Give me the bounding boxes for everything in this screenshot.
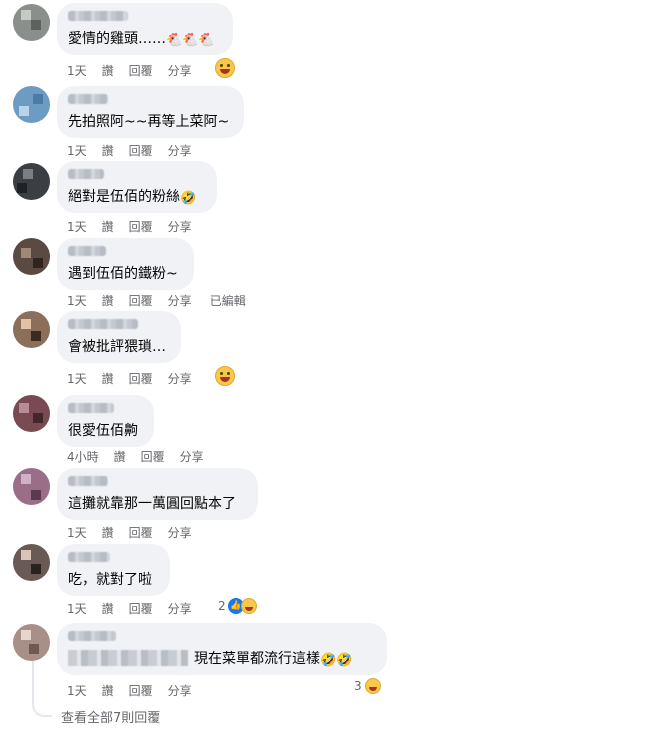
- comment-actions: 1天讚回覆 分享 已編輯: [67, 292, 261, 309]
- timestamp[interactable]: 1天: [67, 524, 87, 541]
- share-button[interactable]: 分享: [168, 292, 192, 309]
- share-button[interactable]: 分享: [168, 524, 192, 541]
- comment-text: 這攤就靠那一萬圓回點本了: [68, 496, 236, 512]
- timestamp[interactable]: 1天: [67, 682, 87, 699]
- share-button[interactable]: 分享: [168, 142, 192, 159]
- edited-label: 已編輯: [209, 294, 246, 308]
- view-all-replies-link[interactable]: 查看全部7則回覆: [61, 707, 160, 726]
- reply-thread-line: [32, 655, 52, 717]
- comment-bubble: 會被批評猥瑣…: [57, 311, 181, 363]
- avatar[interactable]: [13, 238, 50, 275]
- chicken-emoji: 🐔🐔🐔: [166, 33, 215, 48]
- comment-actions: 1天讚回覆 分享: [67, 142, 207, 159]
- reply-button[interactable]: 回覆: [129, 62, 153, 79]
- avatar[interactable]: [13, 395, 50, 432]
- reply-button[interactable]: 回覆: [129, 218, 153, 235]
- avatar[interactable]: [13, 86, 50, 123]
- author-name-blurred[interactable]: [68, 552, 110, 562]
- comment-text: 吃，就對了啦: [68, 572, 152, 588]
- comment-bubble: 很愛伍佰齁: [57, 395, 154, 447]
- share-button[interactable]: 分享: [168, 218, 192, 235]
- like-button[interactable]: 讚: [102, 218, 114, 235]
- author-name-blurred[interactable]: [68, 631, 116, 641]
- reaction-count: 2: [218, 599, 226, 613]
- reply-button[interactable]: 回覆: [141, 448, 165, 465]
- reaction-summary[interactable]: 3: [354, 678, 381, 694]
- comment-bubble: 這攤就靠那一萬圓回點本了: [57, 468, 258, 520]
- timestamp[interactable]: 1天: [67, 218, 87, 235]
- laugh-reaction-icon: [364, 678, 381, 694]
- reply-button[interactable]: 回覆: [129, 142, 153, 159]
- comment-bubble: 遇到伍佰的鐵粉~: [57, 238, 194, 290]
- laugh-reaction-icon: [240, 598, 257, 614]
- reply-button[interactable]: 回覆: [129, 370, 153, 387]
- comment-bubble: 現在菜單都流行這樣🤣🤣: [57, 623, 387, 675]
- comment-actions: 1天讚回覆 分享: [67, 524, 207, 541]
- avatar[interactable]: [13, 624, 50, 661]
- share-button[interactable]: 分享: [168, 370, 192, 387]
- avatar[interactable]: [13, 163, 50, 200]
- timestamp[interactable]: 1天: [67, 62, 87, 79]
- mention-blurred[interactable]: [68, 650, 188, 666]
- reaction-count: 3: [354, 679, 362, 693]
- comment-actions: 1天讚回覆 分享: [67, 218, 207, 235]
- comment-text: 遇到伍佰的鐵粉~: [68, 266, 178, 282]
- author-name-blurred[interactable]: [68, 11, 128, 21]
- rofl-emoji: 🤣🤣: [320, 653, 353, 668]
- comment-text: 愛情的雞頭……🐔🐔🐔: [68, 31, 215, 48]
- timestamp[interactable]: 4小時: [67, 448, 99, 465]
- like-button[interactable]: 讚: [102, 682, 114, 699]
- author-name-blurred[interactable]: [68, 476, 108, 486]
- share-button[interactable]: 分享: [168, 682, 192, 699]
- comment-actions: 4小時讚回覆 分享: [67, 448, 219, 465]
- timestamp[interactable]: 1天: [67, 370, 87, 387]
- share-button[interactable]: 分享: [168, 600, 192, 617]
- laugh-reaction-icon[interactable]: [215, 58, 235, 78]
- author-name-blurred[interactable]: [68, 319, 138, 329]
- reply-button[interactable]: 回覆: [129, 682, 153, 699]
- like-button[interactable]: 讚: [102, 370, 114, 387]
- comment-actions: 1天讚回覆 分享: [67, 682, 207, 699]
- comment-text: 絕對是伍佰的粉絲🤣: [68, 189, 197, 206]
- avatar[interactable]: [13, 311, 50, 348]
- like-button[interactable]: 讚: [114, 448, 126, 465]
- reply-button[interactable]: 回覆: [129, 600, 153, 617]
- timestamp[interactable]: 1天: [67, 142, 87, 159]
- comment-text: 先拍照阿~~再等上菜阿~: [68, 114, 230, 130]
- like-button[interactable]: 讚: [102, 600, 114, 617]
- like-button[interactable]: 讚: [102, 62, 114, 79]
- reply-button[interactable]: 回覆: [129, 292, 153, 309]
- share-button[interactable]: 分享: [180, 448, 204, 465]
- comment-text: 會被批評猥瑣…: [68, 339, 166, 355]
- author-name-blurred[interactable]: [68, 403, 114, 413]
- author-name-blurred[interactable]: [68, 169, 104, 179]
- comment-bubble: 先拍照阿~~再等上菜阿~: [57, 86, 244, 138]
- author-name-blurred[interactable]: [68, 94, 108, 104]
- comment-bubble: 吃，就對了啦: [57, 544, 170, 596]
- comment-actions: 1天讚回覆 分享: [67, 62, 207, 79]
- like-button[interactable]: 讚: [102, 292, 114, 309]
- avatar[interactable]: [13, 544, 50, 581]
- reply-button[interactable]: 回覆: [129, 524, 153, 541]
- comment-bubble: 絕對是伍佰的粉絲🤣: [57, 161, 217, 213]
- timestamp[interactable]: 1天: [67, 292, 87, 309]
- laugh-reaction-icon[interactable]: [215, 366, 235, 386]
- comment-text: 現在菜單都流行這樣🤣🤣: [68, 650, 352, 668]
- avatar[interactable]: [13, 4, 50, 41]
- reaction-summary[interactable]: 2 👍: [218, 598, 257, 614]
- timestamp[interactable]: 1天: [67, 600, 87, 617]
- author-name-blurred[interactable]: [68, 246, 106, 256]
- comment-text: 很愛伍佰齁: [68, 423, 138, 439]
- avatar[interactable]: [13, 468, 50, 505]
- comment-actions: 1天讚回覆 分享: [67, 600, 207, 617]
- like-button[interactable]: 讚: [102, 142, 114, 159]
- rofl-emoji: 🤣: [180, 191, 197, 206]
- share-button[interactable]: 分享: [168, 62, 192, 79]
- like-button[interactable]: 讚: [102, 524, 114, 541]
- comment-actions: 1天讚回覆 分享: [67, 370, 207, 387]
- comment-bubble: 愛情的雞頭……🐔🐔🐔: [57, 3, 233, 55]
